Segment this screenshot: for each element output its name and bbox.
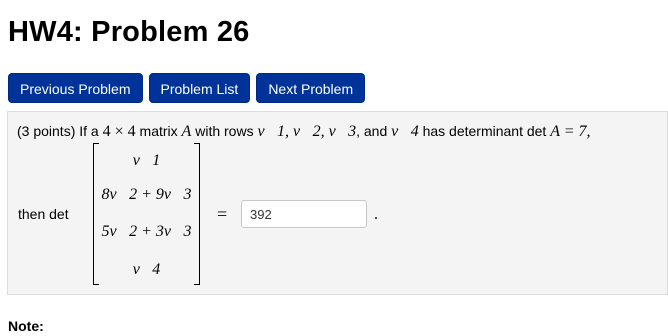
with-rows-text: with rows: [195, 123, 254, 139]
then-det-label: then det: [18, 206, 69, 222]
points-label: (3 points): [17, 123, 76, 139]
previous-problem-button[interactable]: Previous Problem: [8, 73, 143, 103]
answer-input[interactable]: [241, 200, 367, 228]
matrix-right-bracket: [194, 143, 200, 285]
has-determinant-text: has determinant det: [422, 123, 547, 139]
matrix-word: matrix: [139, 123, 178, 139]
determinant-equation: A = 7,: [550, 123, 591, 140]
page-title: HW4: Problem 26: [8, 16, 250, 48]
matrix-size: 4 × 4: [102, 123, 136, 140]
matrix-row-1: v⃗1: [132, 152, 161, 169]
next-problem-button[interactable]: Next Problem: [256, 73, 366, 103]
intro-text: If a: [79, 123, 99, 139]
note-label: Note:: [8, 318, 44, 334]
equals-sign: =: [217, 204, 228, 224]
last-row-var: v⃗4: [391, 123, 419, 140]
matrix-variable: A: [181, 123, 192, 140]
problem-panel: (3 points) If a 4 × 4 matrix A with rows…: [7, 111, 668, 295]
matrix-row-2: 8v⃗2 + 9v⃗3: [101, 186, 192, 203]
rows-list: v⃗1, v⃗2, v⃗3: [257, 123, 357, 140]
matrix-row-3: 5v⃗2 + 3v⃗3: [101, 223, 192, 240]
and-text: , and: [356, 123, 388, 139]
matrix-row-4: v⃗4: [132, 261, 161, 278]
page: HW4: Problem 26 Previous Problem Problem…: [0, 0, 668, 336]
problem-nav: Previous Problem Problem List Next Probl…: [8, 73, 366, 103]
sentence-period: .: [374, 206, 378, 223]
problem-statement: (3 points) If a 4 × 4 matrix A with rows…: [17, 123, 591, 141]
problem-list-button[interactable]: Problem List: [148, 73, 251, 103]
